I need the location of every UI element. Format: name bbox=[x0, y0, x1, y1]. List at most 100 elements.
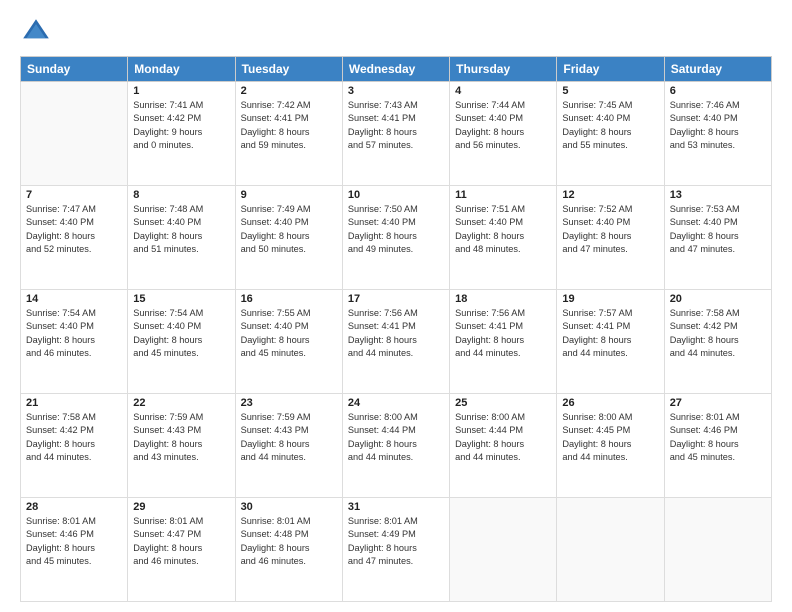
day-number: 18 bbox=[455, 293, 551, 305]
day-number: 30 bbox=[241, 501, 337, 513]
header-row: SundayMondayTuesdayWednesdayThursdayFrid… bbox=[21, 57, 772, 82]
col-header-wednesday: Wednesday bbox=[342, 57, 449, 82]
day-number: 10 bbox=[348, 189, 444, 201]
day-number: 26 bbox=[562, 397, 658, 409]
col-header-friday: Friday bbox=[557, 57, 664, 82]
day-number: 29 bbox=[133, 501, 229, 513]
day-number: 15 bbox=[133, 293, 229, 305]
week-row-0: 1 Sunrise: 7:41 AM Sunset: 4:42 PM Daylig… bbox=[21, 82, 772, 186]
logo-icon bbox=[20, 16, 52, 48]
cell-content: Sunrise: 7:53 AM Sunset: 4:40 PM Dayligh… bbox=[670, 203, 766, 256]
week-row-4: 28 Sunrise: 8:01 AM Sunset: 4:46 PM Dayli… bbox=[21, 498, 772, 602]
calendar-cell: 24 Sunrise: 8:00 AM Sunset: 4:44 PM Dayli… bbox=[342, 394, 449, 498]
calendar-cell: 14 Sunrise: 7:54 AM Sunset: 4:40 PM Dayli… bbox=[21, 290, 128, 394]
cell-content: Sunrise: 7:47 AM Sunset: 4:40 PM Dayligh… bbox=[26, 203, 122, 256]
day-number: 9 bbox=[241, 189, 337, 201]
cell-content: Sunrise: 7:59 AM Sunset: 4:43 PM Dayligh… bbox=[133, 411, 229, 464]
cell-content: Sunrise: 7:52 AM Sunset: 4:40 PM Dayligh… bbox=[562, 203, 658, 256]
week-row-3: 21 Sunrise: 7:58 AM Sunset: 4:42 PM Dayli… bbox=[21, 394, 772, 498]
calendar-cell: 6Sunrise: 7:46 AM Sunset: 4:40 PM Daylig… bbox=[664, 82, 771, 186]
col-header-saturday: Saturday bbox=[664, 57, 771, 82]
day-number: 17 bbox=[348, 293, 444, 305]
calendar-cell: 20 Sunrise: 7:58 AM Sunset: 4:42 PM Dayli… bbox=[664, 290, 771, 394]
cell-content: Sunrise: 7:56 AM Sunset: 4:41 PM Dayligh… bbox=[455, 307, 551, 360]
cell-content: Sunrise: 7:55 AM Sunset: 4:40 PM Dayligh… bbox=[241, 307, 337, 360]
calendar-cell: 25Sunrise: 8:00 AM Sunset: 4:44 PM Dayli… bbox=[450, 394, 557, 498]
header bbox=[20, 16, 772, 48]
cell-content: Sunrise: 7:56 AM Sunset: 4:41 PM Dayligh… bbox=[348, 307, 444, 360]
cell-content: Sunrise: 7:43 AM Sunset: 4:41 PM Dayligh… bbox=[348, 99, 444, 152]
cell-content: Sunrise: 7:46 AM Sunset: 4:40 PM Dayligh… bbox=[670, 99, 766, 152]
calendar-cell: 5 Sunrise: 7:45 AM Sunset: 4:40 PM Daylig… bbox=[557, 82, 664, 186]
calendar-cell: 9 Sunrise: 7:49 AM Sunset: 4:40 PM Daylig… bbox=[235, 186, 342, 290]
day-number: 23 bbox=[241, 397, 337, 409]
calendar-cell: 13 Sunrise: 7:53 AM Sunset: 4:40 PM Dayli… bbox=[664, 186, 771, 290]
day-number: 12 bbox=[562, 189, 658, 201]
day-number: 27 bbox=[670, 397, 766, 409]
day-number: 16 bbox=[241, 293, 337, 305]
day-number: 8 bbox=[133, 189, 229, 201]
cell-content: Sunrise: 8:01 AM Sunset: 4:48 PM Dayligh… bbox=[241, 515, 337, 568]
day-number: 22 bbox=[133, 397, 229, 409]
col-header-thursday: Thursday bbox=[450, 57, 557, 82]
calendar-cell: 22 Sunrise: 7:59 AM Sunset: 4:43 PM Dayli… bbox=[128, 394, 235, 498]
calendar-cell bbox=[450, 498, 557, 602]
cell-content: Sunrise: 8:00 AM Sunset: 4:44 PM Dayligh… bbox=[348, 411, 444, 464]
day-number: 25 bbox=[455, 397, 551, 409]
day-number: 20 bbox=[670, 293, 766, 305]
cell-content: Sunrise: 8:01 AM Sunset: 4:46 PM Dayligh… bbox=[26, 515, 122, 568]
cell-content: Sunrise: 7:54 AM Sunset: 4:40 PM Dayligh… bbox=[133, 307, 229, 360]
col-header-monday: Monday bbox=[128, 57, 235, 82]
col-header-tuesday: Tuesday bbox=[235, 57, 342, 82]
cell-content: Sunrise: 8:01 AM Sunset: 4:46 PM Dayligh… bbox=[670, 411, 766, 464]
day-number: 7 bbox=[26, 189, 122, 201]
day-number: 28 bbox=[26, 501, 122, 513]
calendar-cell: 8 Sunrise: 7:48 AM Sunset: 4:40 PM Daylig… bbox=[128, 186, 235, 290]
calendar-cell bbox=[664, 498, 771, 602]
cell-content: Sunrise: 8:01 AM Sunset: 4:49 PM Dayligh… bbox=[348, 515, 444, 568]
calendar-cell: 18 Sunrise: 7:56 AM Sunset: 4:41 PM Dayli… bbox=[450, 290, 557, 394]
cell-content: Sunrise: 7:48 AM Sunset: 4:40 PM Dayligh… bbox=[133, 203, 229, 256]
calendar-cell: 7 Sunrise: 7:47 AM Sunset: 4:40 PM Daylig… bbox=[21, 186, 128, 290]
calendar-table: SundayMondayTuesdayWednesdayThursdayFrid… bbox=[20, 56, 772, 602]
day-number: 3 bbox=[348, 85, 444, 97]
day-number: 13 bbox=[670, 189, 766, 201]
day-number: 11 bbox=[455, 189, 551, 201]
calendar-cell: 4Sunrise: 7:44 AM Sunset: 4:40 PM Daylig… bbox=[450, 82, 557, 186]
cell-content: Sunrise: 7:42 AM Sunset: 4:41 PM Dayligh… bbox=[241, 99, 337, 152]
cell-content: Sunrise: 7:59 AM Sunset: 4:43 PM Dayligh… bbox=[241, 411, 337, 464]
calendar-cell: 12 Sunrise: 7:52 AM Sunset: 4:40 PM Dayli… bbox=[557, 186, 664, 290]
calendar-cell: 11Sunrise: 7:51 AM Sunset: 4:40 PM Dayli… bbox=[450, 186, 557, 290]
calendar-cell: 15 Sunrise: 7:54 AM Sunset: 4:40 PM Dayli… bbox=[128, 290, 235, 394]
cell-content: Sunrise: 7:58 AM Sunset: 4:42 PM Dayligh… bbox=[26, 411, 122, 464]
day-number: 24 bbox=[348, 397, 444, 409]
calendar-cell: 17 Sunrise: 7:56 AM Sunset: 4:41 PM Dayli… bbox=[342, 290, 449, 394]
cell-content: Sunrise: 7:58 AM Sunset: 4:42 PM Dayligh… bbox=[670, 307, 766, 360]
calendar-cell bbox=[21, 82, 128, 186]
calendar-cell bbox=[557, 498, 664, 602]
calendar-cell: 16 Sunrise: 7:55 AM Sunset: 4:40 PM Dayli… bbox=[235, 290, 342, 394]
cell-content: Sunrise: 7:57 AM Sunset: 4:41 PM Dayligh… bbox=[562, 307, 658, 360]
cell-content: Sunrise: 8:01 AM Sunset: 4:47 PM Dayligh… bbox=[133, 515, 229, 568]
day-number: 1 bbox=[133, 85, 229, 97]
cell-content: Sunrise: 8:00 AM Sunset: 4:45 PM Dayligh… bbox=[562, 411, 658, 464]
cell-content: Sunrise: 7:54 AM Sunset: 4:40 PM Dayligh… bbox=[26, 307, 122, 360]
cell-content: Sunrise: 7:41 AM Sunset: 4:42 PM Dayligh… bbox=[133, 99, 229, 152]
day-number: 14 bbox=[26, 293, 122, 305]
col-header-sunday: Sunday bbox=[21, 57, 128, 82]
day-number: 19 bbox=[562, 293, 658, 305]
day-number: 31 bbox=[348, 501, 444, 513]
day-number: 5 bbox=[562, 85, 658, 97]
cell-content: Sunrise: 7:49 AM Sunset: 4:40 PM Dayligh… bbox=[241, 203, 337, 256]
calendar-cell: 28 Sunrise: 8:01 AM Sunset: 4:46 PM Dayli… bbox=[21, 498, 128, 602]
week-row-2: 14 Sunrise: 7:54 AM Sunset: 4:40 PM Dayli… bbox=[21, 290, 772, 394]
day-number: 21 bbox=[26, 397, 122, 409]
logo bbox=[20, 16, 56, 48]
cell-content: Sunrise: 7:50 AM Sunset: 4:40 PM Dayligh… bbox=[348, 203, 444, 256]
cell-content: Sunrise: 7:45 AM Sunset: 4:40 PM Dayligh… bbox=[562, 99, 658, 152]
calendar-cell: 3 Sunrise: 7:43 AM Sunset: 4:41 PM Daylig… bbox=[342, 82, 449, 186]
calendar-cell: 1 Sunrise: 7:41 AM Sunset: 4:42 PM Daylig… bbox=[128, 82, 235, 186]
day-number: 4 bbox=[455, 85, 551, 97]
calendar-cell: 10 Sunrise: 7:50 AM Sunset: 4:40 PM Dayli… bbox=[342, 186, 449, 290]
calendar-cell: 29 Sunrise: 8:01 AM Sunset: 4:47 PM Dayli… bbox=[128, 498, 235, 602]
